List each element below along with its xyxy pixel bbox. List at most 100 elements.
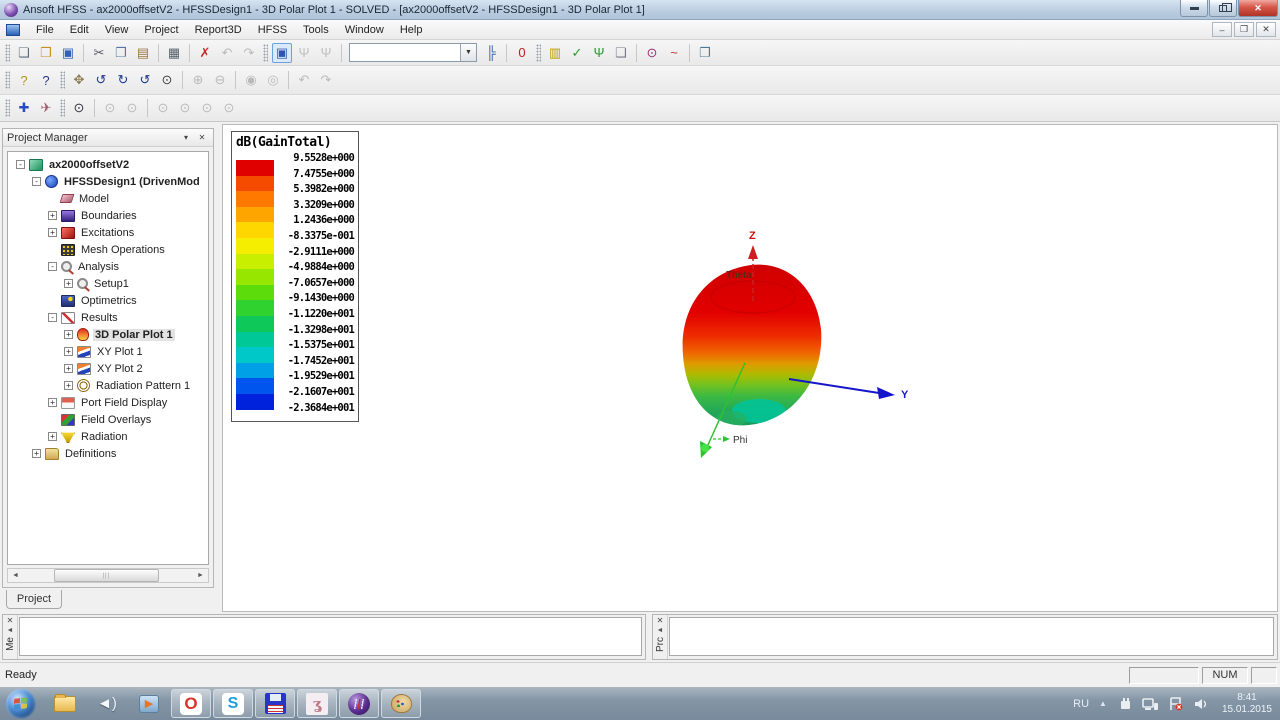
tree-item[interactable]: +Port Field Display (8, 394, 208, 411)
start-button[interactable] (6, 689, 36, 719)
tree-item[interactable]: -HFSSDesign1 (DrivenMod (8, 173, 208, 190)
progress-list[interactable] (669, 617, 1274, 656)
solution-setup-combobox[interactable]: ▼ (349, 43, 477, 62)
taskbar-cad-tool[interactable]: ʓ (297, 689, 337, 718)
tree-item[interactable]: Mesh Operations (8, 241, 208, 258)
rotate-model-center-icon[interactable]: ↺ (91, 70, 111, 90)
expand-icon[interactable]: + (64, 279, 73, 288)
tree-item[interactable]: -ax2000offsetV2 (8, 156, 208, 173)
expand-icon[interactable]: + (48, 211, 57, 220)
solution-data-icon[interactable]: ❏ (611, 43, 631, 63)
tree-item[interactable]: +Radiation Pattern 1 (8, 377, 208, 394)
report-curve-icon[interactable]: ~ (664, 43, 684, 63)
combobox-dropdown-icon[interactable]: ▼ (460, 44, 476, 61)
tree-item[interactable]: +Excitations (8, 224, 208, 241)
child-close-button[interactable]: ✕ (1256, 22, 1276, 37)
taskbar-paint-tool[interactable] (381, 689, 421, 718)
field-magnifier-icon[interactable]: ⊙ (642, 43, 662, 63)
tree-item[interactable]: Model (8, 190, 208, 207)
cut-icon[interactable]: ✂ (89, 43, 109, 63)
network-status-icon[interactable] (1142, 697, 1159, 711)
analyze-probe-icon[interactable]: Ψ (589, 43, 609, 63)
progress-dock-collapse-icon[interactable]: ◄ (657, 627, 664, 637)
sweep-tool-icon[interactable]: ✈ (36, 98, 56, 118)
taskbar-opera-browser[interactable]: O (171, 689, 211, 718)
menu-window[interactable]: Window (337, 22, 392, 38)
context-help-icon[interactable]: ? (36, 70, 56, 90)
tree-item[interactable]: -Analysis (8, 258, 208, 275)
taskbar-windows-explorer[interactable] (45, 689, 85, 718)
validation-check-icon[interactable]: ▥ (545, 43, 565, 63)
collapse-icon[interactable]: - (16, 160, 25, 169)
restore-button[interactable] (1209, 0, 1237, 17)
tree-item[interactable]: +Setup1 (8, 275, 208, 292)
child-restore-button[interactable]: ❐ (1234, 22, 1254, 37)
taskbar-skype[interactable]: S (213, 689, 253, 718)
expand-icon[interactable]: + (32, 449, 41, 458)
tree-item[interactable]: +XY Plot 2 (8, 360, 208, 377)
scroll-left-icon[interactable]: ◄ (8, 569, 23, 582)
help-topics-icon[interactable]: ? (14, 70, 34, 90)
expand-icon[interactable]: + (48, 398, 57, 407)
dock-close-icon[interactable]: ✕ (195, 131, 209, 144)
expand-icon[interactable]: + (64, 381, 73, 390)
taskbar-clock[interactable]: 8:41 15.01.2015 (1222, 692, 1272, 716)
language-indicator[interactable]: RU (1073, 698, 1089, 710)
project-tab[interactable]: Project (6, 590, 62, 609)
tree-item[interactable]: Field Overlays (8, 411, 208, 428)
taskbar-ansoft-app[interactable] (339, 689, 379, 718)
child-window-icon[interactable] (6, 24, 20, 36)
minimize-button[interactable] (1180, 0, 1208, 17)
progress-dock-tab[interactable]: Prc (655, 637, 666, 652)
modeler-viewport[interactable]: Z Theta Y Phi dB(GainTotal) 9.5528e+0007… (222, 124, 1278, 612)
expand-icon[interactable]: + (64, 347, 73, 356)
new-file-icon[interactable]: ❏ (14, 43, 34, 63)
menu-report3d[interactable]: Report3D (187, 22, 250, 38)
message-dock-close-icon[interactable]: ✕ (7, 616, 14, 627)
delete-icon[interactable]: ✗ (195, 43, 215, 63)
paste-icon[interactable]: ▤ (133, 43, 153, 63)
collapse-icon[interactable]: - (48, 262, 57, 271)
taskbar-media-player[interactable]: ▶ (129, 689, 169, 718)
tree-item[interactable]: Optimetrics (8, 292, 208, 309)
boolean-unite-icon[interactable]: ✚ (14, 98, 34, 118)
menu-file[interactable]: File (28, 22, 62, 38)
open-file-icon[interactable]: ❒ (36, 43, 56, 63)
menu-view[interactable]: View (97, 22, 137, 38)
rotate-current-axis-icon[interactable]: ↺ (135, 70, 155, 90)
action-center-flag-icon[interactable] (1168, 697, 1184, 711)
solutions-tree-icon[interactable]: ╠ (481, 43, 501, 63)
hidden-icons-chevron[interactable]: ▲ (1099, 699, 1107, 708)
tree-item[interactable]: +Radiation (8, 428, 208, 445)
close-button[interactable]: ✕ (1238, 0, 1278, 17)
tree-item[interactable]: +Boundaries (8, 207, 208, 224)
dock-menu-chevron-icon[interactable]: ▾ (179, 131, 193, 144)
progress-dock-close-icon[interactable]: ✕ (657, 616, 664, 627)
rotate-screen-center-icon[interactable]: ↻ (113, 70, 133, 90)
copy-image-icon[interactable]: ❐ (695, 43, 715, 63)
power-plug-icon[interactable] (1117, 697, 1133, 711)
taskbar-volume-mixer[interactable]: ◄) (87, 689, 127, 718)
menu-hfss[interactable]: HFSS (250, 22, 295, 38)
tree-item[interactable]: +Definitions (8, 445, 208, 462)
tree-item[interactable]: +XY Plot 1 (8, 343, 208, 360)
pan-hand-icon[interactable]: ✥ (69, 70, 89, 90)
save-file-icon[interactable]: ▣ (58, 43, 78, 63)
print-icon[interactable]: ▦ (164, 43, 184, 63)
dynamic-zoom-icon[interactable]: ⊙ (157, 70, 177, 90)
child-minimize-button[interactable]: – (1212, 22, 1232, 37)
expand-icon[interactable]: + (64, 330, 73, 339)
simulation-monitor-icon[interactable]: ▣ (272, 43, 292, 63)
menu-tools[interactable]: Tools (295, 22, 337, 38)
taskbar-backup-tool[interactable] (255, 689, 295, 718)
message-dock-tab[interactable]: Me (5, 637, 16, 651)
copy-icon[interactable]: ❐ (111, 43, 131, 63)
visibility-eye-icon[interactable]: ⊙ (69, 98, 89, 118)
menu-edit[interactable]: Edit (62, 22, 97, 38)
collapse-icon[interactable]: - (48, 313, 57, 322)
mesh-doc-icon[interactable]: 0 (512, 43, 532, 63)
scroll-right-icon[interactable]: ► (193, 569, 208, 582)
expand-icon[interactable]: + (64, 364, 73, 373)
volume-tray-icon[interactable] (1193, 697, 1209, 711)
menu-help[interactable]: Help (392, 22, 431, 38)
